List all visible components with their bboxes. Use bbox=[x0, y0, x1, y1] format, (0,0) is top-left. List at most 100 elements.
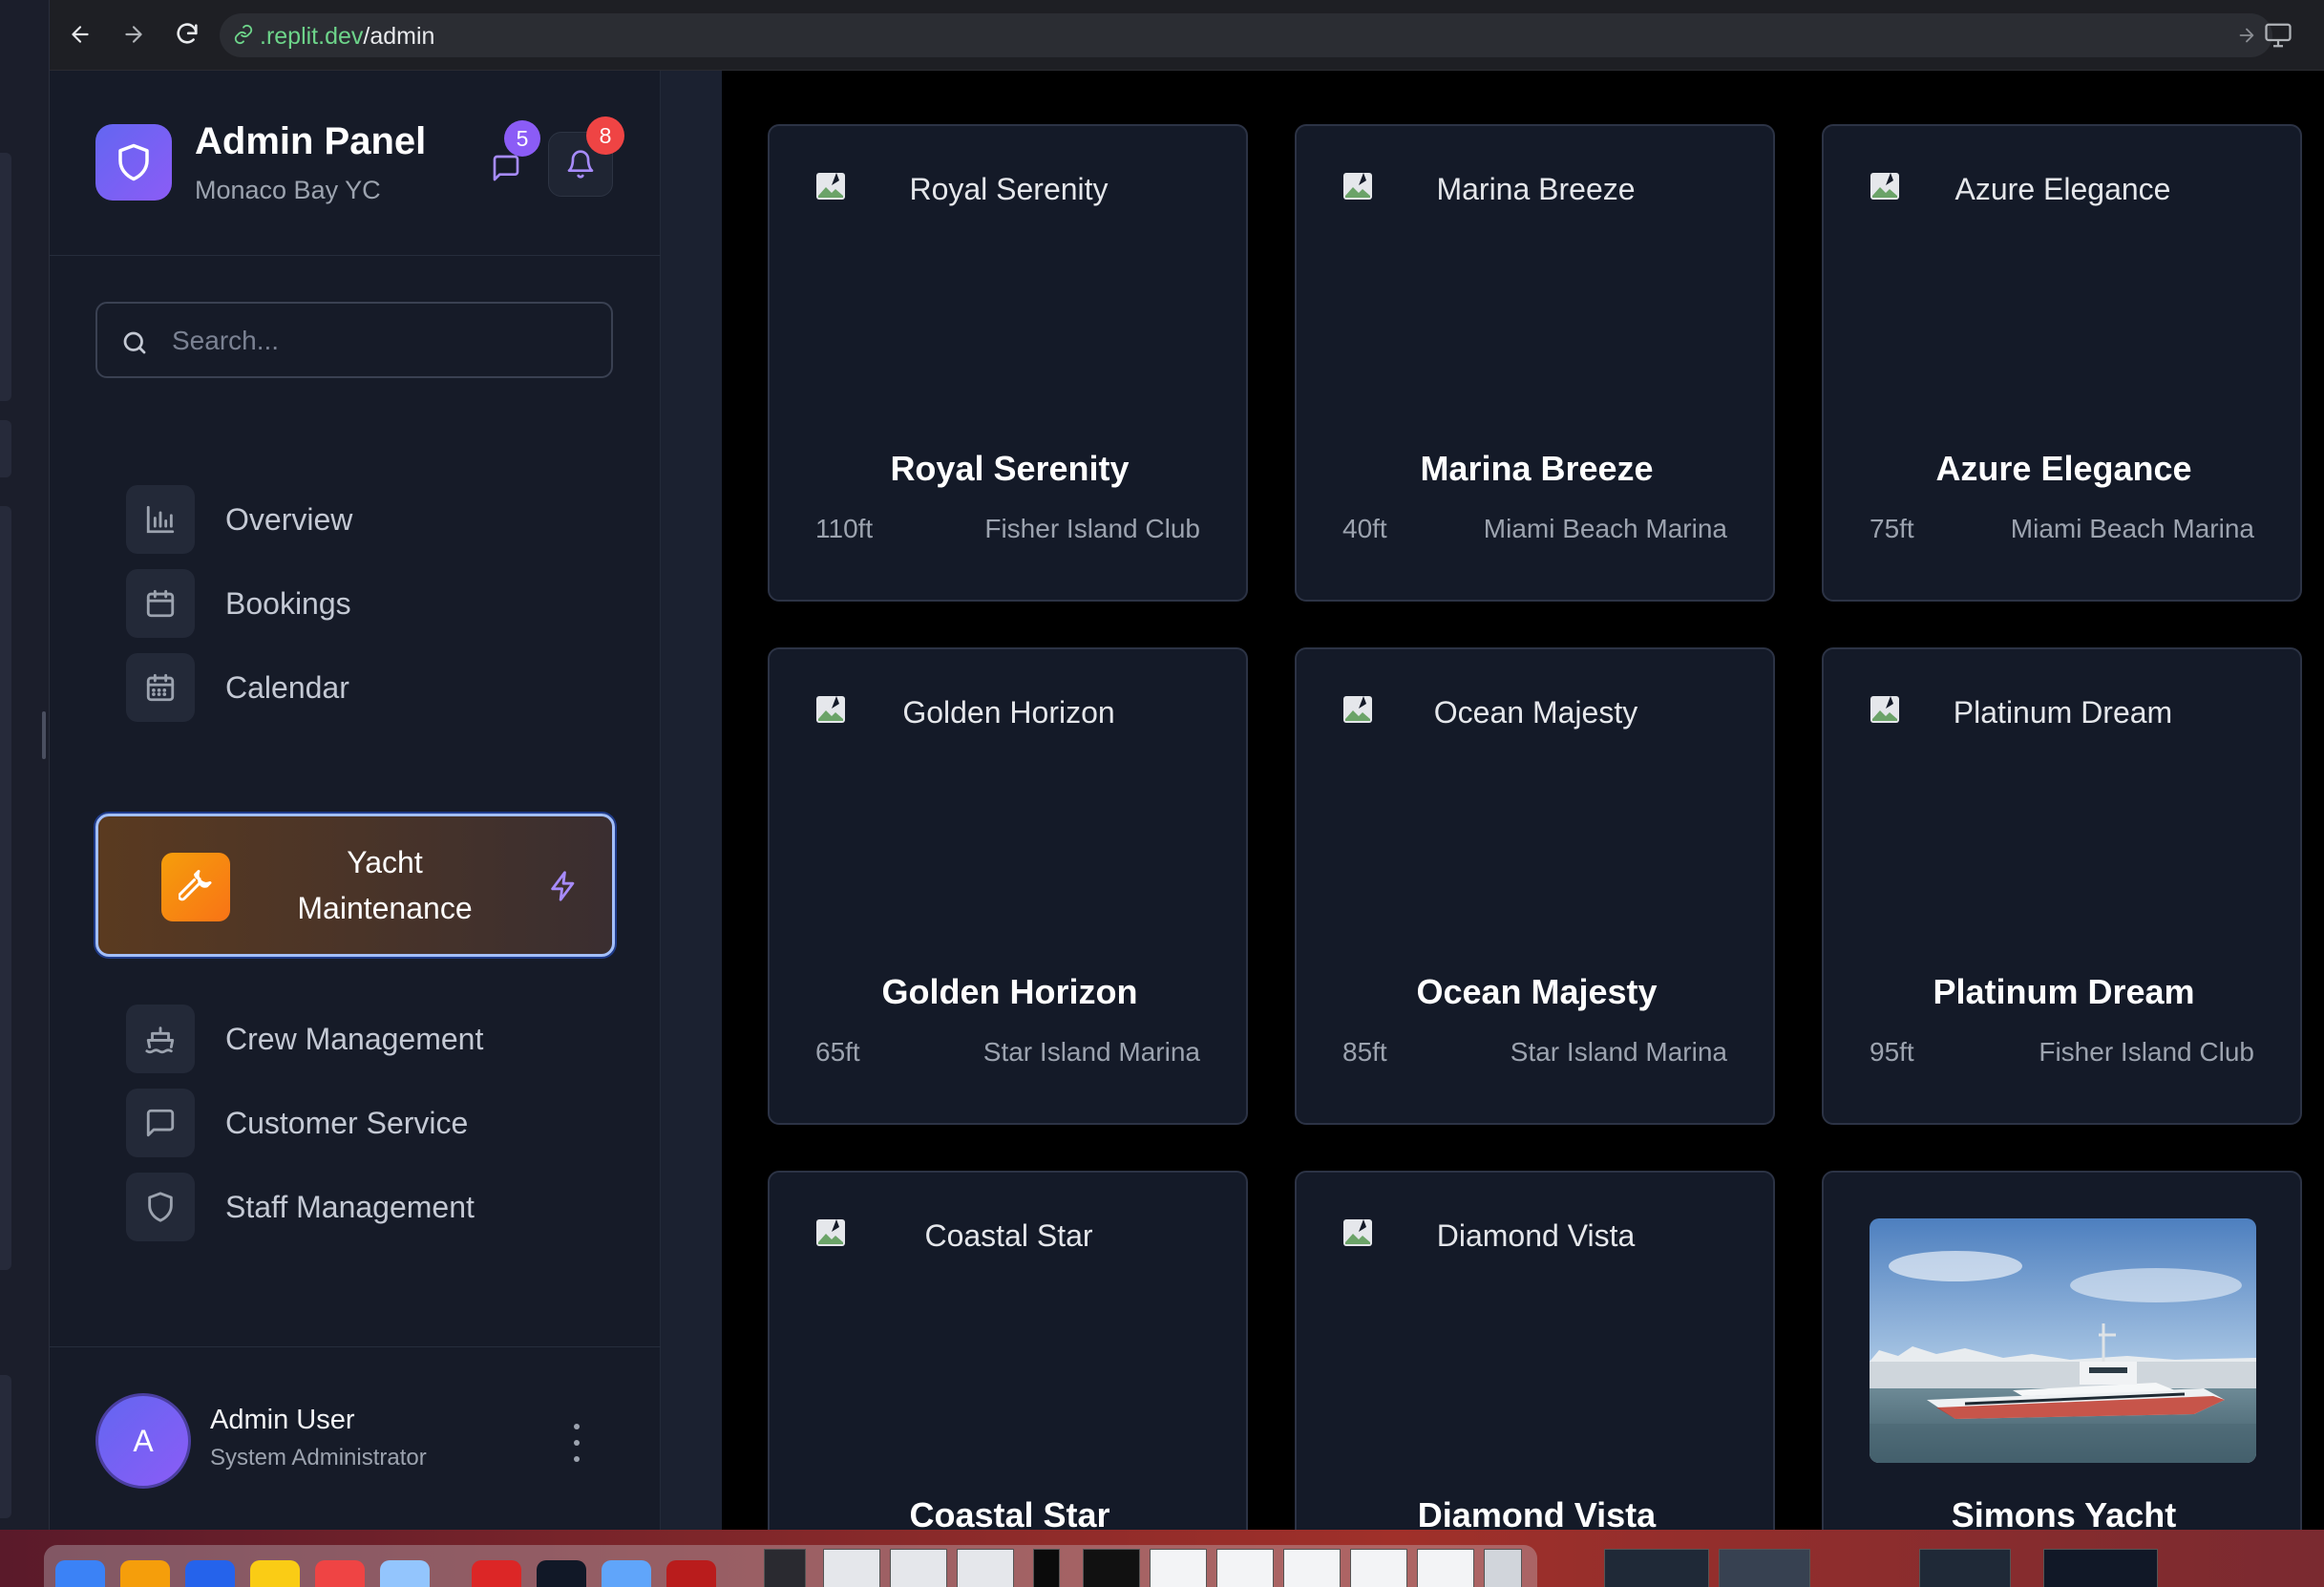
search-icon bbox=[123, 331, 146, 354]
yacht-card[interactable]: Coastal Star Coastal Star bbox=[768, 1171, 1248, 1530]
yacht-card[interactable]: Royal Serenity Royal Serenity 110ft Fish… bbox=[768, 124, 1248, 602]
yacht-card[interactable]: Golden Horizon Golden Horizon 65ft Star … bbox=[768, 647, 1248, 1125]
yacht-card[interactable]: Azure Elegance Azure Elegance 75ft Miami… bbox=[1822, 124, 2302, 602]
yacht-length: 85ft bbox=[1342, 1037, 1387, 1067]
nav-item-yacht-maintenance[interactable]: Yacht Maintenance bbox=[95, 814, 615, 957]
window-thumbnail[interactable] bbox=[957, 1549, 1014, 1587]
image-alt-text: Coastal Star bbox=[924, 1218, 1093, 1253]
user-name: Admin User bbox=[210, 1405, 355, 1435]
nav-item-customer-service[interactable]: Customer Service bbox=[126, 1085, 623, 1161]
window-thumbnail[interactable] bbox=[1919, 1549, 2011, 1587]
sidebar: Admin Panel Monaco Bay YC 5 8 Overview bbox=[50, 71, 661, 1530]
yacht-length: 95ft bbox=[1870, 1037, 1914, 1067]
dot-icon bbox=[574, 1440, 580, 1446]
dot-icon bbox=[574, 1456, 580, 1462]
dot-icon bbox=[574, 1424, 580, 1429]
dictionary-icon[interactable] bbox=[666, 1560, 716, 1587]
yacht-card[interactable]: Platinum Dream Platinum Dream 95ft Fishe… bbox=[1822, 647, 2302, 1125]
nav-item-calendar[interactable]: Calendar bbox=[126, 649, 623, 726]
messages-count-badge: 5 bbox=[504, 120, 540, 157]
yacht-image: Marina Breeze bbox=[1342, 172, 1729, 210]
yacht-photo-image bbox=[1870, 1218, 2256, 1463]
sidebar-header: Admin Panel Monaco Bay YC 5 8 bbox=[50, 71, 661, 256]
yacht-length: 65ft bbox=[815, 1037, 860, 1067]
yacht-name: Azure Elegance bbox=[1935, 449, 2192, 488]
window-thumbnail[interactable] bbox=[1033, 1549, 1060, 1587]
nav-label: Staff Management bbox=[225, 1189, 475, 1224]
nav-icon-box bbox=[126, 1089, 195, 1157]
reload-button[interactable] bbox=[170, 17, 204, 52]
search-input[interactable] bbox=[172, 317, 592, 365]
address-bar[interactable]: .replit.dev/admin bbox=[220, 13, 2272, 57]
chrome-icon[interactable] bbox=[472, 1560, 521, 1587]
window-thumbnail[interactable] bbox=[1417, 1549, 1474, 1587]
screen: .replit.dev/admin Admin Panel Monaco Bay… bbox=[0, 0, 2324, 1587]
wrench-icon bbox=[179, 870, 212, 901]
yacht-marina: Star Island Marina bbox=[1510, 1037, 1727, 1067]
window-thumbnail[interactable] bbox=[1150, 1549, 1207, 1587]
resize-handle[interactable] bbox=[42, 711, 46, 759]
trash-icon[interactable] bbox=[1484, 1549, 1522, 1587]
go-arrow-icon[interactable] bbox=[2236, 25, 2257, 46]
yacht-card[interactable]: Marina Breeze Marina Breeze 40ft Miami B… bbox=[1295, 124, 1775, 602]
monitor-icon[interactable] bbox=[2263, 21, 2293, 50]
nav-label: Bookings bbox=[225, 585, 351, 621]
avatar[interactable]: A bbox=[95, 1393, 191, 1489]
url-text: .replit.dev/admin bbox=[260, 23, 434, 51]
more-options-button[interactable] bbox=[565, 1424, 588, 1462]
arrow-left-icon bbox=[72, 26, 89, 43]
yacht-name: Golden Horizon bbox=[881, 972, 1138, 1011]
yacht-card[interactable]: Diamond Vista Diamond Vista bbox=[1295, 1171, 1775, 1530]
yacht-card[interactable]: Ocean Majesty Ocean Majesty 85ft Star Is… bbox=[1295, 647, 1775, 1125]
yacht-grid: Royal Serenity Royal Serenity 110ft Fish… bbox=[722, 71, 2324, 1530]
nav-item-crew-management[interactable]: Crew Management bbox=[126, 1001, 623, 1077]
music-icon[interactable] bbox=[315, 1560, 365, 1587]
nav-label: Crew Management bbox=[225, 1021, 484, 1056]
nav-label: Customer Service bbox=[225, 1105, 469, 1140]
image-alt-text: Golden Horizon bbox=[902, 695, 1115, 730]
yacht-photo bbox=[1870, 1218, 2256, 1463]
nav-item-staff-management[interactable]: Staff Management bbox=[126, 1169, 623, 1245]
window-thumbnail[interactable] bbox=[823, 1549, 880, 1587]
window-thumbnail[interactable] bbox=[1350, 1549, 1407, 1587]
notes-icon[interactable] bbox=[250, 1560, 300, 1587]
yacht-image: Diamond Vista bbox=[1342, 1218, 1729, 1257]
yacht-length: 40ft bbox=[1342, 514, 1387, 543]
sidebar-divider bbox=[661, 71, 722, 1530]
safari-icon[interactable] bbox=[185, 1560, 235, 1587]
shield-icon bbox=[118, 143, 149, 181]
preview-icon[interactable] bbox=[380, 1560, 430, 1587]
nav-item-overview[interactable]: Overview bbox=[126, 481, 623, 558]
yacht-image: Coastal Star bbox=[815, 1218, 1202, 1257]
yacht-card[interactable]: Simons Yacht bbox=[1822, 1171, 2302, 1530]
window-thumbnail[interactable] bbox=[1083, 1549, 1140, 1587]
browser-toolbar: .replit.dev/admin bbox=[50, 0, 2324, 71]
window-thumbnail[interactable] bbox=[764, 1549, 806, 1587]
window-thumbnail[interactable] bbox=[1719, 1549, 1810, 1587]
clock-icon[interactable] bbox=[537, 1560, 586, 1587]
finder-icon[interactable] bbox=[55, 1560, 105, 1587]
yacht-marina: Fisher Island Club bbox=[2039, 1037, 2254, 1067]
window-thumbnail[interactable] bbox=[2043, 1549, 2158, 1587]
image-alt-text: Platinum Dream bbox=[1953, 695, 2173, 730]
window-thumbnail[interactable] bbox=[1604, 1549, 1709, 1587]
window-thumbnail[interactable] bbox=[1283, 1549, 1341, 1587]
window-thumbnail[interactable] bbox=[890, 1549, 947, 1587]
nav-item-bookings[interactable]: Bookings bbox=[126, 565, 623, 642]
link-icon bbox=[234, 24, 253, 45]
bar-chart-icon bbox=[146, 505, 175, 534]
background-window-edge bbox=[0, 0, 50, 1539]
nav-label: Overview bbox=[225, 501, 353, 537]
yacht-name: Platinum Dream bbox=[1933, 972, 2195, 1011]
forward-button[interactable] bbox=[116, 17, 151, 52]
browser-icon[interactable] bbox=[602, 1560, 651, 1587]
user-profile: A Admin User System Administrator bbox=[50, 1346, 661, 1530]
url-host: .replit.dev bbox=[260, 23, 364, 50]
nav-icon-box bbox=[126, 485, 195, 554]
launchpad-icon[interactable] bbox=[120, 1560, 170, 1587]
yacht-image: Azure Elegance bbox=[1870, 172, 2256, 210]
search-box bbox=[95, 302, 613, 378]
nav-icon-box bbox=[126, 1005, 195, 1073]
window-thumbnail[interactable] bbox=[1216, 1549, 1274, 1587]
back-button[interactable] bbox=[63, 17, 97, 52]
